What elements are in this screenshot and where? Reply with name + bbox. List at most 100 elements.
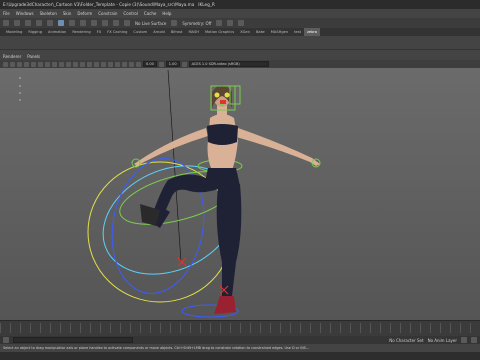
time-slider[interactable] — [0, 320, 480, 336]
grid-icon[interactable] — [31, 61, 36, 67]
select-by-hierarchy-icon[interactable] — [58, 20, 64, 26]
shelf-tab-zebra[interactable]: zebra — [304, 28, 321, 36]
textured-icon[interactable] — [87, 61, 92, 67]
camera-icon[interactable] — [3, 61, 8, 67]
field-chart-icon[interactable] — [59, 61, 64, 67]
time-slider-ticks — [0, 323, 480, 333]
shelf-tab-fx[interactable]: FX — [94, 28, 105, 36]
shelf-tab-xgen[interactable]: XGen — [237, 28, 253, 36]
menu-item-skeleton[interactable]: Skeleton — [40, 11, 57, 16]
shelf-tab-mashgen[interactable]: MASHgen — [268, 28, 291, 36]
shelf-tab-rigging[interactable]: Rigging — [25, 28, 45, 36]
character-model[interactable] — [134, 85, 320, 314]
gamma-field[interactable]: 1.00 — [165, 61, 180, 67]
bookmark-icon[interactable] — [17, 61, 22, 67]
window-title-selection: IKLeg_R — [198, 2, 215, 7]
menu-item-help[interactable]: Help — [162, 11, 171, 16]
smooth-shade-icon[interactable] — [80, 61, 85, 67]
anim-layer-label[interactable]: No Anim Layer — [428, 338, 457, 343]
menu-item-cache[interactable]: Cache — [144, 11, 156, 16]
lights-icon[interactable] — [94, 61, 99, 67]
menu-item-file[interactable]: File — [3, 11, 10, 16]
snap-point-icon[interactable] — [113, 20, 119, 26]
render-settings-icon[interactable] — [238, 20, 245, 26]
shelf-tab-arnold[interactable]: Arnold — [150, 28, 168, 36]
isolate-select-icon[interactable] — [129, 61, 134, 67]
auto-key-icon[interactable] — [461, 337, 467, 343]
save-scene-icon[interactable] — [25, 20, 31, 26]
mouth-control — [220, 100, 226, 104]
redo-icon[interactable] — [47, 20, 53, 26]
shelf-tab-rendering[interactable]: Rendering — [69, 28, 93, 36]
standing-shoe — [214, 296, 236, 314]
shelf-tab-mash[interactable]: MASH — [185, 28, 202, 36]
depth-of-field-icon[interactable] — [122, 61, 127, 67]
range-slider[interactable] — [13, 337, 133, 343]
shelf-area — [0, 36, 480, 50]
right-arm — [236, 128, 320, 166]
help-line: Select an object to drag manipulator axi… — [0, 344, 480, 352]
scene-canvas[interactable] — [0, 68, 480, 320]
viewport[interactable] — [0, 68, 480, 320]
wireframe-icon[interactable] — [73, 61, 78, 67]
ipr-render-icon[interactable] — [227, 20, 234, 26]
select-by-object-icon[interactable] — [69, 20, 75, 26]
shadows-icon[interactable] — [101, 61, 106, 67]
undo-icon[interactable] — [36, 20, 42, 26]
window-title: E:\Upgrade3dCharacter\_Cartoon V3\Folder… — [3, 2, 195, 7]
shelf-tab-modeling[interactable]: Modeling — [3, 28, 25, 36]
range-slider-bar: No Character Set No Anim Layer — [0, 336, 480, 344]
gate-mask-icon[interactable] — [52, 61, 57, 67]
color-management-icon[interactable] — [181, 61, 187, 67]
title-bar: E:\Upgrade3dCharacter\_Cartoon V3\Folder… — [0, 0, 480, 9]
menu-item-deform[interactable]: Deform — [77, 11, 92, 16]
shelf-tab-motion-graphics[interactable]: Motion Graphics — [202, 28, 237, 36]
shelf-tab-custom[interactable]: Custom — [130, 28, 150, 36]
film-gate-icon[interactable] — [38, 61, 43, 67]
character-set-label[interactable]: No Character Set — [389, 338, 423, 343]
safe-action-icon[interactable] — [66, 61, 71, 67]
menu-item-skin[interactable]: Skin — [63, 11, 72, 16]
select-by-component-icon[interactable] — [80, 20, 86, 26]
eye-control-left — [214, 92, 220, 98]
help-line-text: Select an object to drag manipulator axi… — [3, 346, 310, 350]
ambient-occlusion-icon[interactable] — [108, 61, 113, 67]
xray-icon[interactable] — [136, 61, 141, 67]
view-transform-select[interactable]: ACES 1.0 SDR-video (sRGB) — [188, 61, 269, 67]
new-scene-icon[interactable] — [3, 20, 9, 26]
menu-item-control[interactable]: Control — [123, 11, 137, 16]
render-icon[interactable] — [216, 20, 223, 26]
shelf-tabs: Modeling Rigging Animation Rendering FX … — [0, 28, 480, 36]
camera-attributes-icon[interactable] — [10, 61, 15, 67]
view-axis-indicator — [19, 77, 21, 101]
panel-menu-bar: Renderer Panels — [0, 52, 480, 60]
shelf-tab-test[interactable]: test — [291, 28, 304, 36]
symmetry-label[interactable]: Symmetry: Off — [182, 21, 211, 26]
live-surface-icon[interactable] — [124, 20, 130, 26]
shelf-tab-bake[interactable]: Bake — [253, 28, 268, 36]
status-line: No Live Surface Symmetry: Off — [0, 18, 480, 28]
gamma-icon[interactable] — [158, 61, 164, 67]
range-start-icon[interactable] — [3, 337, 9, 343]
open-scene-icon[interactable] — [14, 20, 20, 26]
live-surface-label[interactable]: No Live Surface — [135, 21, 166, 26]
panel-toolbar: 0.00 1.00 ACES 1.0 SDR-video (sRGB) — [0, 60, 480, 68]
eye-control-right — [224, 92, 230, 98]
shelf-tab-animation[interactable]: Animation — [45, 28, 69, 36]
exposure-field[interactable]: 0.00 — [143, 61, 157, 67]
shelf-tab-fx-caching[interactable]: FX Caching — [104, 28, 130, 36]
command-line[interactable] — [0, 352, 480, 360]
menu-item-windows[interactable]: Windows — [16, 11, 34, 16]
panel-menu-renderer[interactable]: Renderer — [3, 54, 21, 59]
menu-item-constrain[interactable]: Constrain — [98, 11, 117, 16]
symmetry-icon[interactable] — [171, 20, 178, 26]
shelf-tab-bifrost[interactable]: Bifrost — [168, 28, 186, 36]
image-plane-icon[interactable] — [24, 61, 29, 67]
antialias-icon[interactable] — [115, 61, 120, 67]
resolution-gate-icon[interactable] — [45, 61, 50, 67]
snap-grid-icon[interactable] — [91, 20, 97, 26]
left-arm — [134, 128, 208, 166]
playback-settings-icon[interactable] — [471, 337, 477, 343]
snap-curve-icon[interactable] — [102, 20, 108, 26]
panel-menu-panels[interactable]: Panels — [27, 54, 40, 59]
